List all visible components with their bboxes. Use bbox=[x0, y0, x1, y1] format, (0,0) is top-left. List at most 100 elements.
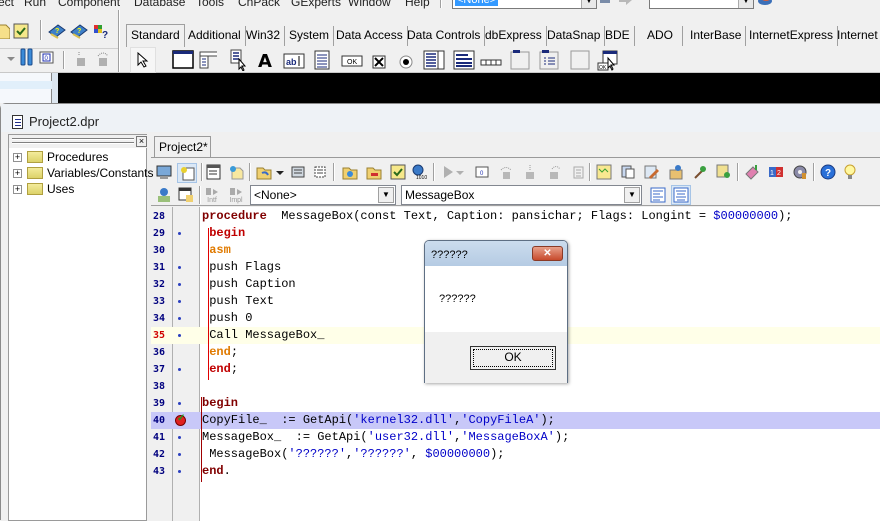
build-icon[interactable] bbox=[595, 163, 613, 181]
palette-tab-win32[interactable]: Win32 bbox=[242, 26, 286, 46]
component-icon[interactable] bbox=[596, 0, 614, 6]
close-icon[interactable]: × bbox=[136, 136, 147, 147]
checklist-icon[interactable] bbox=[12, 22, 30, 40]
windows-help-icon[interactable]: ? bbox=[92, 22, 110, 40]
tree-item-uses[interactable]: + Uses bbox=[13, 181, 74, 197]
run-to-cursor-icon[interactable] bbox=[545, 163, 563, 181]
palette-tab-bde[interactable]: BDE bbox=[601, 26, 635, 46]
checkbox-icon[interactable] bbox=[370, 53, 388, 71]
method-combo[interactable]: MessageBox ▼ bbox=[401, 185, 642, 205]
chevron-down-icon[interactable]: ▼ bbox=[581, 0, 596, 8]
palette-tab-internet[interactable]: Internet bbox=[833, 26, 880, 46]
executable-line-dot-icon[interactable] bbox=[178, 232, 181, 235]
help-book-icon[interactable]: ? bbox=[48, 22, 66, 40]
executable-line-dot-icon[interactable] bbox=[178, 436, 181, 439]
chevron-down-icon[interactable] bbox=[275, 164, 285, 182]
action-list-icon[interactable]: OK bbox=[596, 49, 620, 73]
desktop-combo[interactable]: ▼ bbox=[649, 0, 754, 9]
step-over-icon[interactable] bbox=[497, 163, 515, 181]
remove-from-project-icon[interactable] bbox=[365, 163, 383, 181]
palette-tab-data-controls[interactable]: Data Controls bbox=[403, 26, 486, 46]
expand-icon[interactable]: + bbox=[13, 152, 22, 162]
main-menu-icon[interactable] bbox=[199, 51, 217, 69]
groupbox-icon[interactable] bbox=[509, 50, 531, 70]
component-combo[interactable]: <None> ▼ bbox=[452, 0, 597, 9]
settings-gear-icon[interactable] bbox=[791, 163, 809, 181]
new-unit-icon[interactable] bbox=[227, 163, 245, 181]
menu-help[interactable]: Help bbox=[405, 0, 430, 9]
edit-icon[interactable]: ab bbox=[283, 52, 305, 70]
expand-icon[interactable]: + bbox=[13, 168, 22, 178]
palette-tab-additional[interactable]: Additional bbox=[184, 26, 246, 46]
executable-line-dot-icon[interactable] bbox=[178, 266, 181, 269]
program-reset-icon[interactable]: 0 bbox=[38, 49, 56, 67]
chevron-down-icon[interactable]: ▼ bbox=[738, 0, 753, 8]
menu-gexperts[interactable]: GExperts bbox=[291, 0, 341, 9]
help-icon[interactable]: ? bbox=[819, 163, 837, 181]
chevron-down-icon[interactable]: ▼ bbox=[378, 187, 394, 203]
editor-tab-project2[interactable]: Project2* bbox=[154, 136, 211, 158]
interface-icon[interactable]: Intf bbox=[203, 185, 221, 205]
code-line[interactable]: 42 MessageBox('??????','??????', $000000… bbox=[151, 446, 880, 463]
popup-menu-icon[interactable] bbox=[230, 49, 248, 71]
menu-window[interactable]: Window bbox=[348, 0, 391, 9]
save-desktop-icon[interactable] bbox=[756, 0, 774, 6]
menu-project[interactable]: ect bbox=[0, 0, 14, 9]
code-line[interactable]: 28 procedure MessageBox(const Text, Capti… bbox=[151, 208, 880, 225]
executable-line-dot-icon[interactable] bbox=[178, 368, 181, 371]
stack-icon[interactable] bbox=[289, 163, 307, 181]
code-line[interactable]: 40 CopyFile_ := GetApi('kernel32.dll','Co… bbox=[151, 411, 880, 429]
palette-tab-data-access[interactable]: Data Access bbox=[332, 26, 408, 46]
select-icon[interactable] bbox=[311, 163, 329, 181]
memo-icon[interactable] bbox=[313, 50, 331, 70]
palette-tab-standard[interactable]: Standard bbox=[126, 24, 185, 47]
executable-line-dot-icon[interactable] bbox=[178, 334, 181, 337]
pointer-icon[interactable] bbox=[130, 47, 156, 73]
listbox-icon[interactable] bbox=[423, 50, 445, 70]
tree-item-procedures[interactable]: + Procedures bbox=[13, 149, 108, 165]
combobox-icon[interactable] bbox=[453, 50, 475, 70]
code-line[interactable]: 43 end. bbox=[151, 463, 880, 480]
executable-line-dot-icon[interactable] bbox=[178, 317, 181, 320]
numbering-icon[interactable]: 12 bbox=[767, 163, 785, 181]
align-left-icon[interactable] bbox=[649, 186, 667, 204]
align-center-icon[interactable] bbox=[671, 185, 691, 205]
implementation-icon[interactable]: Impl bbox=[227, 185, 245, 205]
expand-icon[interactable]: + bbox=[13, 184, 22, 194]
run-until-return-icon[interactable] bbox=[569, 163, 587, 181]
close-button[interactable]: ✕ bbox=[532, 246, 563, 261]
browse-icon[interactable] bbox=[177, 163, 197, 183]
menu-run[interactable]: Run bbox=[24, 0, 46, 9]
palette-tab-ado[interactable]: ADO bbox=[643, 26, 683, 46]
palette-tab-interbase[interactable]: InterBase bbox=[686, 26, 747, 46]
step-over-icon[interactable] bbox=[94, 50, 112, 68]
palette-tab-system[interactable]: System bbox=[285, 26, 335, 46]
search-replace-icon[interactable] bbox=[715, 163, 733, 181]
pause-icon[interactable] bbox=[18, 48, 36, 66]
code-line[interactable]: 41 MessageBox_ := GetApi('user32.dll','Me… bbox=[151, 429, 880, 446]
palette-tab-dbexpress[interactable]: dbExpress bbox=[481, 26, 547, 46]
label-icon[interactable]: A bbox=[256, 51, 274, 72]
lightbulb-icon[interactable] bbox=[841, 163, 859, 181]
compile-icon[interactable]: 1010 bbox=[411, 163, 429, 181]
radiogroup-icon[interactable] bbox=[538, 50, 560, 70]
tree-item-variables-constants[interactable]: + Variables/Constants bbox=[13, 165, 154, 181]
scrollbar-icon[interactable] bbox=[480, 54, 502, 72]
executable-line-dot-icon[interactable] bbox=[178, 283, 181, 286]
trace-into-icon[interactable] bbox=[521, 163, 539, 181]
executable-line-dot-icon[interactable] bbox=[178, 453, 181, 456]
menu-tools[interactable]: Tools bbox=[196, 0, 224, 9]
form-icon[interactable] bbox=[205, 163, 223, 181]
radio-button-icon[interactable] bbox=[397, 53, 415, 71]
wizard-icon[interactable] bbox=[691, 163, 709, 181]
eraser-icon[interactable] bbox=[743, 163, 761, 181]
toggle-form-unit-icon[interactable] bbox=[155, 163, 173, 181]
program-reset-icon[interactable]: 0 bbox=[473, 163, 491, 181]
edit-pencil-icon[interactable] bbox=[643, 163, 661, 181]
add-to-project-icon[interactable] bbox=[341, 163, 359, 181]
panel-icon[interactable] bbox=[569, 50, 591, 70]
component-icon[interactable] bbox=[667, 163, 685, 181]
chevron-down-icon[interactable]: ▼ bbox=[624, 187, 640, 203]
executable-line-dot-icon[interactable] bbox=[178, 402, 181, 405]
ok-button[interactable]: OK bbox=[470, 346, 556, 370]
